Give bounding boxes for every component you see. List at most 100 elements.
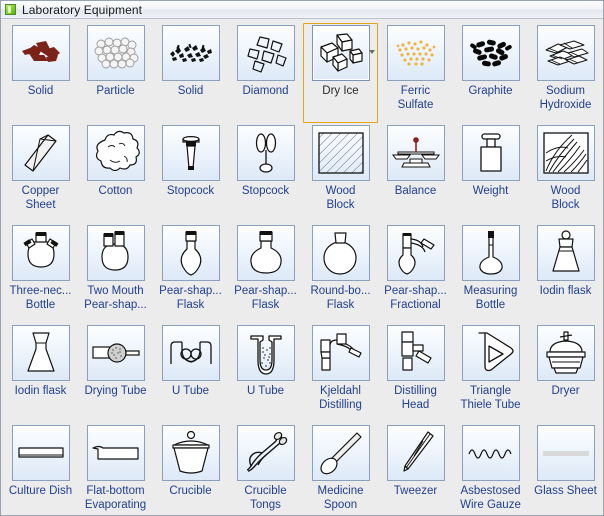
palette-item-two-mouth-flask[interactable]: Two Mouth Pear-shap... — [78, 223, 153, 323]
palette-item-u-tube-filled[interactable]: U Tube — [228, 323, 303, 423]
palette-row: Copper Sheet Cotton Stopcock Stopcock Wo… — [3, 123, 601, 223]
palette-item-label: Medicine Spoon — [317, 485, 364, 511]
palette-item-tweezer[interactable]: Tweezer — [378, 423, 453, 515]
palette-item-label: Drying Tube — [84, 385, 147, 397]
ferric-sulfate-icon — [386, 25, 445, 81]
palette-item-pear-shaped-flask[interactable]: Pear-shap... Flask — [153, 223, 228, 323]
palette-item-cotton[interactable]: Cotton — [78, 123, 153, 223]
palette-item-u-tube-bulbs[interactable]: U Tube — [153, 323, 228, 423]
palette-item-label: Triangle Thiele Tube — [460, 385, 521, 411]
kjeldahl-distilling-icon — [311, 325, 370, 381]
dry-ice-cubes-icon — [311, 25, 370, 81]
window-title: Laboratory Equipment — [22, 2, 143, 17]
palette-item-round-bottom-flask[interactable]: Round-bo... Flask — [303, 223, 378, 323]
balance-scale-icon — [386, 125, 445, 181]
palette-row: Iodin flask Drying Tube U Tube U Tube Kj… — [3, 323, 601, 423]
wood-block-grain-icon — [536, 125, 595, 181]
palette-item-label: Particle — [96, 85, 135, 97]
diamond-crystals-icon — [236, 25, 295, 81]
sodium-hydroxide-icon — [536, 25, 595, 81]
palette-item-glass-sheet[interactable]: Glass Sheet — [528, 423, 603, 515]
palette-item-wire-gauze[interactable]: Asbestosed Wire Gauze — [453, 423, 528, 515]
palette-item-weight[interactable]: Weight — [453, 123, 528, 223]
palette-item-dry-ice[interactable]: Dry Ice — [303, 23, 378, 123]
palette-item-wood-block-hatched[interactable]: Wood Block — [303, 123, 378, 223]
palette-item-iodin-flask[interactable]: Iodin flask — [3, 323, 78, 423]
stopcock-plug-icon — [161, 125, 220, 181]
palette-item-solid-chunks[interactable]: Solid — [3, 23, 78, 123]
window-titlebar: Laboratory Equipment — [1, 1, 603, 19]
copper-sheet-icon — [11, 125, 70, 181]
palette-item-label: Solid — [27, 85, 54, 97]
palette-item-label: Measuring Bottle — [463, 285, 518, 311]
palette-item-label: Kjeldahl Distilling — [319, 385, 362, 411]
palette-item-label: Three-nec... Bottle — [9, 285, 72, 311]
medicine-spoon-icon — [311, 425, 370, 481]
palette-item-label: Cotton — [98, 185, 133, 197]
palette-item-drying-tube[interactable]: Drying Tube — [78, 323, 153, 423]
palette-item-ferric-sulfate[interactable]: Ferric Sulfate — [378, 23, 453, 123]
palette-item-stopcock-valve[interactable]: Stopcock — [228, 123, 303, 223]
stopcock-valve-icon — [236, 125, 295, 181]
palette-item-label: Weight — [472, 185, 509, 197]
palette-item-label: Solid — [177, 85, 204, 97]
palette-item-label: Wood Block — [550, 185, 581, 211]
two-mouth-flask-icon — [86, 225, 145, 281]
palette-item-thiele-tube[interactable]: Triangle Thiele Tube — [453, 323, 528, 423]
palette-item-particle[interactable]: Particle — [78, 23, 153, 123]
palette-item-dryer[interactable]: Dryer — [528, 323, 603, 423]
palette-item-crucible[interactable]: Crucible — [153, 423, 228, 515]
palette-item-label: Pear-shap... Flask — [234, 285, 297, 311]
palette-item-kjeldahl-distilling[interactable]: Kjeldahl Distilling — [303, 323, 378, 423]
palette-item-distilling-head[interactable]: Distilling Head — [378, 323, 453, 423]
evaporating-dish-icon — [86, 425, 145, 481]
crucible-tongs-icon — [236, 425, 295, 481]
laboratory-equipment-window: Laboratory Equipment Solid Particle Soli… — [0, 0, 604, 516]
palette-item-label: Crucible — [169, 485, 212, 497]
palette-item-medicine-spoon[interactable]: Medicine Spoon — [303, 423, 378, 515]
palette-item-label: U Tube — [246, 385, 285, 397]
chevron-down-icon[interactable] — [369, 50, 375, 54]
round-bottom-flask-icon — [311, 225, 370, 281]
u-tube-bulbs-icon — [161, 325, 220, 381]
palette-item-stopcock-plug[interactable]: Stopcock — [153, 123, 228, 223]
palette-item-label: Copper Sheet — [21, 185, 60, 211]
palette-item-label: U Tube — [171, 385, 210, 397]
palette-item-diamond[interactable]: Diamond — [228, 23, 303, 123]
palette-item-label: Wood Block — [325, 185, 356, 211]
palette-item-label: Dryer — [551, 385, 580, 397]
palette-item-culture-dish[interactable]: Culture Dish — [3, 423, 78, 515]
measuring-bottle-icon — [461, 225, 520, 281]
palette-item-measuring-bottle[interactable]: Measuring Bottle — [453, 223, 528, 323]
palette-item-fractional-flask[interactable]: Pear-shap... Fractional — [378, 223, 453, 323]
palette-item-three-neck-bottle[interactable]: Three-nec... Bottle — [3, 223, 78, 323]
palette-item-label: Asbestosed Wire Gauze — [460, 485, 521, 511]
palette-item-crucible-tongs[interactable]: Crucible Tongs — [228, 423, 303, 515]
solid-chunks-icon — [11, 25, 70, 81]
palette-item-label: Stopcock — [241, 185, 290, 197]
tweezer-icon — [386, 425, 445, 481]
palette-item-graphite[interactable]: Graphite — [453, 23, 528, 123]
palette-item-solid-granules[interactable]: Solid — [153, 23, 228, 123]
palette-item-iodin-flask-stopper[interactable]: Iodin flask — [528, 223, 603, 323]
palette-item-label: Sodium Hydroxide — [539, 85, 592, 111]
pear-flask-round-icon — [236, 225, 295, 281]
palette-item-label: Crucible Tongs — [244, 485, 287, 511]
palette-row: Three-nec... Bottle Two Mouth Pear-shap.… — [3, 223, 601, 323]
palette-item-wood-block-grain[interactable]: Wood Block — [528, 123, 603, 223]
palette-item-copper-sheet[interactable]: Copper Sheet — [3, 123, 78, 223]
palette-item-pear-flask-round[interactable]: Pear-shap... Flask — [228, 223, 303, 323]
weight-icon — [461, 125, 520, 181]
palette-item-label: Dry Ice — [322, 85, 359, 97]
palette-item-label: Diamond — [242, 85, 289, 97]
palette-item-label: Balance — [394, 185, 437, 197]
palette-item-label: Culture Dish — [8, 485, 73, 497]
palette-item-evaporating-dish[interactable]: Flat-bottom Evaporating — [78, 423, 153, 515]
palette-item-label: Flat-bottom Evaporating — [84, 485, 147, 511]
palette-item-label: Iodin flask — [539, 285, 592, 297]
u-tube-filled-icon — [236, 325, 295, 381]
pear-shaped-flask-icon — [161, 225, 220, 281]
palette-item-label: Round-bo... Flask — [310, 285, 371, 311]
palette-item-sodium-hydroxide[interactable]: Sodium Hydroxide — [528, 23, 603, 123]
palette-item-balance[interactable]: Balance — [378, 123, 453, 223]
